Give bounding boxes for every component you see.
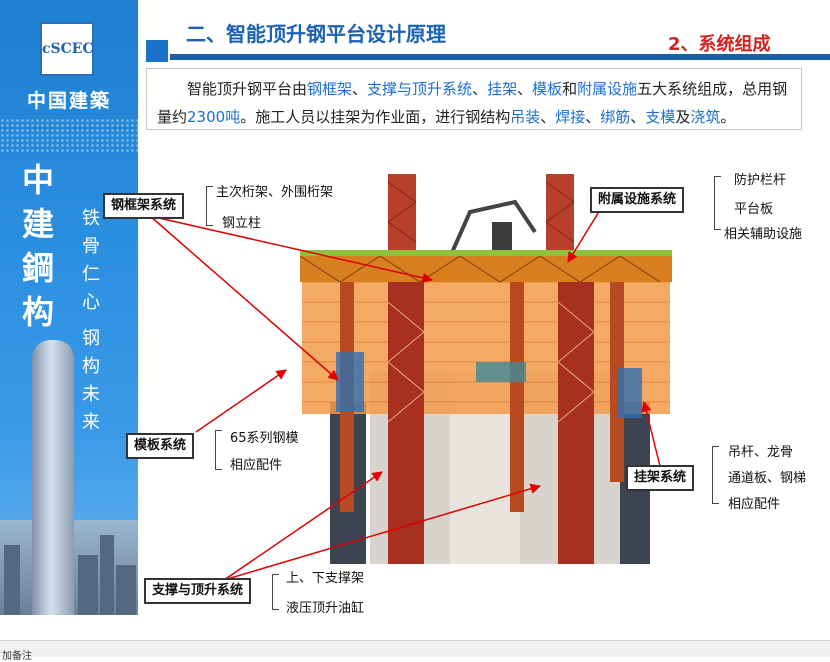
hanger-item-walkway: 通道板、钢梯 [728,471,807,486]
sidebar-banner: cSCEC 中国建築 中 建 鋼 构 铁 骨 仁 心 钢 构 未 来 [0,0,138,615]
intro-textbox[interactable]: 智能顶升钢平台由钢框架、支撑与顶升系统、挂架、模板和附属设施五大系统组成，总用钢… [146,68,802,130]
label-support-system: 支撑与顶升系统 [144,578,252,604]
hanger-item-rod: 吊杆、龙骨 [728,445,794,460]
aux-item-facilities: 相关辅助设施 [724,227,803,242]
dot-pattern [0,118,138,152]
page-title: 二、智能顶升钢平台设计原理 [186,22,446,46]
steel-platform-image[interactable] [300,172,672,564]
hanger-item-parts: 相应配件 [728,497,781,512]
cscec-logo: cSCEC [40,22,94,76]
frame-item-column: 钢立柱 [222,216,262,231]
label-hanger-system: 挂架系统 [626,465,695,491]
frame-item-truss: 主次桁架、外围桁架 [216,185,334,200]
aux-item-platform: 平台板 [734,202,774,217]
skyscraper-image [32,340,74,615]
label-aux-system: 附属设施系统 [590,187,685,213]
calligraphy-text: 中 建 鋼 构 [22,161,55,331]
notes-pane[interactable] [0,640,830,657]
formwork-item-steel: 65系列钢模 [230,431,299,446]
brace-support [272,574,279,610]
label-formwork-system: 模板系统 [126,433,195,459]
brace-aux [714,176,721,230]
brace-hanger [712,446,719,504]
label-frame-system: 钢框架系统 [103,193,185,219]
motto-text: 铁 骨 仁 心 钢 构 未 来 [82,208,100,433]
aux-item-railing: 防护栏杆 [734,173,787,188]
title-marker [146,40,168,62]
support-item-cylinder: 液压顶升油缸 [286,601,365,616]
platform-drawing [300,174,672,564]
brace-frame [206,186,213,226]
support-item-frames: 上、下支撑架 [286,571,365,586]
notes-placeholder[interactable]: 加备注 [2,647,32,662]
section-title: 2、系统组成 [668,34,771,55]
brand-name: 中国建築 [26,90,111,112]
arrow-formwork [195,369,287,433]
brace-formwork [215,430,222,470]
formwork-item-parts: 相应配件 [230,458,283,473]
